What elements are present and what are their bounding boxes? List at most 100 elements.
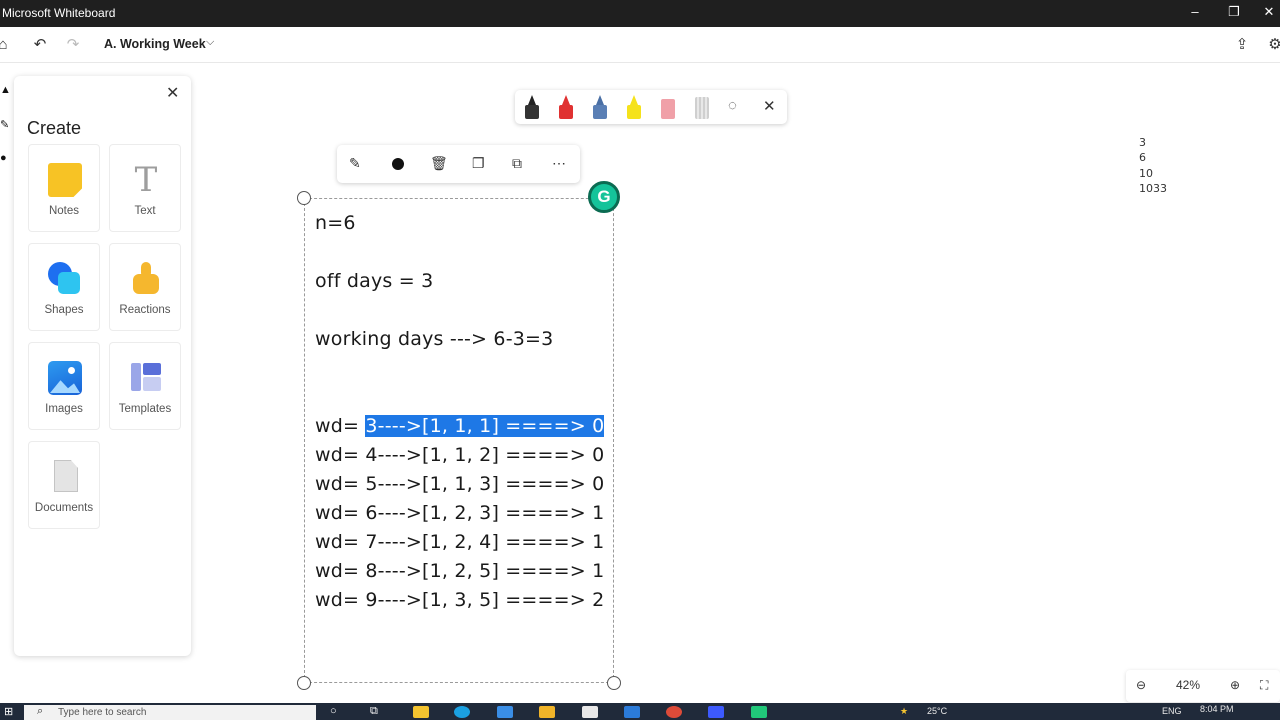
restore-icon[interactable]: ❐	[1219, 4, 1249, 24]
whiteboard-app-icon[interactable]	[708, 706, 724, 718]
taskbar-search[interactable]: ⌕ Type here to search	[24, 705, 316, 720]
chevron-down-icon[interactable]: ⌵	[206, 36, 214, 49]
pen-icon[interactable]: ✎	[0, 118, 9, 131]
document-icon	[48, 460, 82, 494]
task-view-icon[interactable]: ⧉	[370, 705, 378, 718]
create-shapes-button[interactable]: Shapes	[28, 243, 100, 331]
wd-value: 6---->[1, 2, 3] ====> 1	[365, 502, 605, 524]
wd-prefix: wd=	[315, 531, 366, 553]
blue-pen-icon[interactable]	[592, 95, 608, 121]
red-pen-icon[interactable]	[558, 95, 574, 121]
tile-label: Notes	[48, 205, 80, 217]
wd-value-highlighted: 3---->[1, 1, 1] ====> 0	[365, 415, 605, 437]
add-icon[interactable]: ●	[0, 152, 7, 164]
copy-icon[interactable]: ❐	[472, 155, 485, 172]
wd-row: wd= 8---->[1, 2, 5] ====> 1	[315, 560, 604, 582]
color-dot-icon[interactable]	[392, 158, 404, 170]
undo-icon[interactable]: ↶	[29, 35, 51, 55]
clock-time[interactable]: 8:04 PM	[1200, 704, 1234, 714]
black-pen-icon[interactable]	[524, 95, 540, 121]
title-bar: Microsoft Whiteboard – ❐ ✕	[0, 0, 1280, 27]
delete-icon[interactable]: 🗑	[430, 155, 448, 172]
resize-handle-top-left[interactable]	[297, 191, 311, 205]
pointer-icon[interactable]: ▲	[0, 84, 11, 96]
close-window-icon[interactable]: ✕	[1254, 4, 1280, 24]
eraser-icon[interactable]	[660, 95, 676, 121]
cortana-icon[interactable]: ○	[330, 705, 337, 717]
ink-line: n=6	[315, 212, 356, 234]
resize-handle-bottom-left[interactable]	[297, 676, 311, 690]
document-title[interactable]: A. Working Week	[104, 37, 206, 51]
ink-line: working days ---> 6-3=3	[315, 328, 554, 350]
tile-label: Templates	[118, 403, 172, 415]
create-templates-button[interactable]: Templates	[109, 342, 181, 430]
wd-prefix: wd=	[315, 415, 366, 437]
edge-icon[interactable]	[454, 706, 470, 718]
search-icon: ⌕	[37, 705, 44, 717]
tile-label: Shapes	[44, 304, 84, 316]
search-placeholder: Type here to search	[58, 707, 147, 718]
wd-value: 7---->[1, 2, 4] ====> 1	[365, 531, 605, 553]
grammarly-icon[interactable]: G	[588, 181, 620, 213]
zoom-in-icon[interactable]: ⊕	[1230, 678, 1240, 692]
wd-row: wd= 5---->[1, 1, 3] ====> 0	[315, 473, 604, 495]
wd-value: 8---->[1, 2, 5] ====> 1	[365, 560, 605, 582]
side-number: 3	[1139, 136, 1146, 149]
grammarly-taskbar-icon[interactable]	[751, 706, 767, 718]
fit-screen-icon[interactable]: ⛶	[1260, 678, 1268, 693]
tile-label: Images	[45, 403, 83, 415]
lasso-select-icon[interactable]: ◌	[728, 97, 737, 114]
tile-label: Documents	[34, 502, 94, 514]
wd-row: wd= 6---->[1, 2, 3] ====> 1	[315, 502, 604, 524]
weather-temp[interactable]: 25°C	[927, 706, 947, 716]
resize-handle-bottom-right[interactable]	[607, 676, 621, 690]
wd-prefix: wd=	[315, 502, 366, 524]
create-reactions-button[interactable]: Reactions	[109, 243, 181, 331]
home-icon[interactable]: ⌂	[0, 35, 14, 55]
taskbar: ⊞ ⌕ Type here to search ○ ⧉ ★ 25°C ENG 8…	[0, 703, 1280, 720]
more-options-icon[interactable]: ⋯	[552, 155, 566, 172]
zoom-out-icon[interactable]: ⊖	[1136, 678, 1146, 692]
zoom-level[interactable]: 42%	[1176, 678, 1200, 692]
close-icon[interactable]: ✕	[166, 83, 179, 103]
edit-pencil-icon[interactable]: ✎	[349, 155, 361, 172]
convert-image-icon[interactable]: ⧉	[512, 155, 522, 172]
windows-start-icon[interactable]: ⊞	[4, 705, 13, 718]
wd-value: 9---->[1, 3, 5] ====> 2	[365, 589, 605, 611]
language-indicator[interactable]: ENG	[1162, 706, 1182, 716]
side-number: 6	[1139, 151, 1146, 164]
create-documents-button[interactable]: Documents	[28, 441, 100, 529]
side-number: 1033	[1139, 182, 1167, 195]
create-text-button[interactable]: T Text	[109, 144, 181, 232]
left-tool-strip: ▲ ✎ ●	[0, 78, 12, 178]
minimize-icon[interactable]: –	[1180, 4, 1210, 24]
wd-row: wd= 7---->[1, 2, 4] ====> 1	[315, 531, 604, 553]
text-icon: T	[134, 160, 158, 200]
highlighter-icon[interactable]	[626, 95, 642, 121]
chrome-icon[interactable]	[666, 706, 682, 718]
weather-icon[interactable]: ★	[900, 706, 908, 717]
mail-icon[interactable]	[497, 706, 513, 718]
selection-context-toolbar: ✎ 🗑 ❐ ⧉ ⋯	[337, 145, 580, 183]
zoom-control: ⊖ 42% ⊕ ⛶	[1126, 670, 1280, 702]
folder-icon[interactable]	[539, 706, 555, 718]
share-icon[interactable]: ⇪	[1231, 35, 1253, 55]
gear-icon[interactable]: ⚙	[1264, 35, 1280, 55]
templates-icon	[129, 361, 163, 395]
redo-icon[interactable]: ↷	[62, 35, 84, 55]
tile-label: Text	[134, 205, 156, 217]
ink-line: off days = 3	[315, 270, 434, 292]
panel-title: Create	[27, 118, 82, 138]
create-notes-button[interactable]: Notes	[28, 144, 100, 232]
shapes-icon	[48, 262, 82, 296]
store-icon[interactable]	[582, 706, 598, 718]
file-explorer-icon[interactable]	[413, 706, 429, 718]
create-images-button[interactable]: Images	[28, 342, 100, 430]
app-title: Microsoft Whiteboard	[2, 6, 116, 20]
vscode-icon[interactable]	[624, 706, 640, 718]
close-toolbar-icon[interactable]: ✕	[763, 97, 776, 115]
wd-prefix: wd=	[315, 560, 366, 582]
header-bar: ⌂ ↶ ↷ A. Working Week ⌵ ⇪ ⚙	[0, 27, 1280, 63]
wd-prefix: wd=	[315, 444, 366, 466]
ruler-icon[interactable]	[694, 95, 710, 121]
